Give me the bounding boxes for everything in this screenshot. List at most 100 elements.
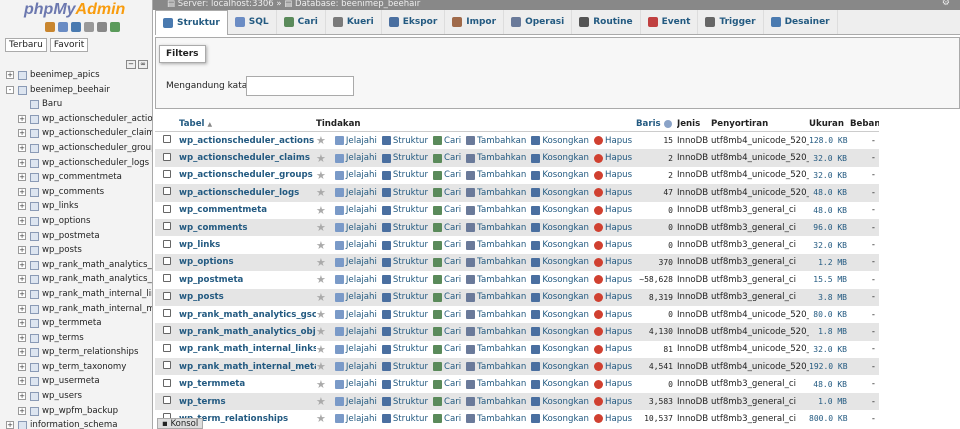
action-insert[interactable]: Tambahkan bbox=[466, 257, 526, 267]
action-drop[interactable]: Hapus bbox=[593, 170, 632, 180]
action-insert[interactable]: Tambahkan bbox=[466, 223, 526, 233]
action-drop[interactable]: Hapus bbox=[593, 292, 632, 302]
expand-icon[interactable]: + bbox=[18, 377, 26, 386]
action-empty[interactable]: Kosongkan bbox=[531, 275, 589, 285]
tree-item[interactable]: + wp_comments bbox=[0, 185, 152, 200]
breadcrumb-server[interactable]: Server: localhost:3306 bbox=[178, 0, 274, 9]
expand-icon[interactable]: + bbox=[18, 362, 26, 371]
expand-icon[interactable]: + bbox=[18, 143, 26, 152]
action-drop[interactable]: Hapus bbox=[593, 414, 632, 424]
action-search[interactable]: Cari bbox=[432, 292, 461, 302]
action-browse[interactable]: Jelajahi bbox=[334, 188, 377, 198]
expand-icon[interactable]: + bbox=[18, 173, 26, 182]
row-checkbox[interactable] bbox=[163, 222, 171, 231]
tab-trigger[interactable]: Trigger bbox=[698, 10, 764, 34]
expand-icon[interactable]: + bbox=[18, 216, 26, 225]
action-structure[interactable]: Struktur bbox=[381, 327, 428, 337]
tree-item[interactable]: + wp_termmeta bbox=[0, 316, 152, 331]
favorite-star-icon[interactable]: ★ bbox=[316, 291, 326, 304]
action-browse[interactable]: Jelajahi bbox=[334, 223, 377, 233]
tree-item[interactable]: + wp_term_relationships bbox=[0, 345, 152, 360]
expand-icon[interactable]: + bbox=[18, 158, 26, 167]
favorite-star-icon[interactable]: ★ bbox=[316, 204, 326, 217]
row-checkbox[interactable] bbox=[163, 343, 171, 352]
expand-icon[interactable]: + bbox=[18, 246, 26, 255]
action-empty[interactable]: Kosongkan bbox=[531, 310, 589, 320]
table-size[interactable]: 48.0 KB bbox=[809, 206, 850, 215]
action-structure[interactable]: Struktur bbox=[381, 397, 428, 407]
table-name-link[interactable]: wp_rank_math_internal_meta bbox=[179, 362, 316, 372]
row-checkbox[interactable] bbox=[163, 152, 171, 161]
table-size[interactable]: 32.0 KB bbox=[809, 241, 850, 250]
row-checkbox[interactable] bbox=[163, 291, 171, 300]
action-search[interactable]: Cari bbox=[432, 327, 461, 337]
action-structure[interactable]: Struktur bbox=[381, 310, 428, 320]
table-size[interactable]: 96.0 KB bbox=[809, 223, 850, 232]
tree-item[interactable]: + beenimep_apics bbox=[0, 68, 152, 83]
action-empty[interactable]: Kosongkan bbox=[531, 344, 589, 354]
table-name-link[interactable]: wp_rank_math_analytics_gsc bbox=[179, 310, 316, 320]
action-empty[interactable]: Kosongkan bbox=[531, 292, 589, 302]
tree-item[interactable]: + wp_actionscheduler_groups bbox=[0, 141, 152, 156]
table-name-link[interactable]: wp_posts bbox=[179, 292, 316, 302]
tab-cari[interactable]: Cari bbox=[277, 10, 326, 34]
row-checkbox[interactable] bbox=[163, 135, 171, 144]
table-name-link[interactable]: wp_termmeta bbox=[179, 379, 316, 389]
phpmyadmin-logo[interactable]: phpMyAdmin bbox=[0, 0, 152, 22]
help-icon[interactable] bbox=[663, 119, 672, 128]
action-structure[interactable]: Struktur bbox=[381, 379, 428, 389]
tree-item[interactable]: + wp_rank_math_analytics_objects bbox=[0, 272, 152, 287]
action-browse[interactable]: Jelajahi bbox=[334, 292, 377, 302]
tab-struktur[interactable]: Struktur bbox=[155, 10, 228, 35]
action-search[interactable]: Cari bbox=[432, 170, 461, 180]
action-empty[interactable]: Kosongkan bbox=[531, 257, 589, 267]
tree-item[interactable]: + wp_commentmeta bbox=[0, 170, 152, 185]
action-insert[interactable]: Tambahkan bbox=[466, 240, 526, 250]
expand-icon[interactable]: + bbox=[18, 202, 26, 211]
action-drop[interactable]: Hapus bbox=[593, 327, 632, 337]
action-insert[interactable]: Tambahkan bbox=[466, 397, 526, 407]
reload-icon[interactable] bbox=[110, 22, 120, 32]
tree-item[interactable]: + wp_links bbox=[0, 199, 152, 214]
filter-input[interactable] bbox=[246, 76, 354, 96]
row-checkbox[interactable] bbox=[163, 169, 171, 178]
tree-item[interactable]: - beenimep_beehair bbox=[0, 83, 152, 98]
action-browse[interactable]: Jelajahi bbox=[334, 327, 377, 337]
action-drop[interactable]: Hapus bbox=[593, 257, 632, 267]
expand-icon[interactable]: + bbox=[18, 289, 26, 298]
action-structure[interactable]: Struktur bbox=[381, 257, 428, 267]
action-insert[interactable]: Tambahkan bbox=[466, 275, 526, 285]
settings-gear-icon[interactable]: ⚙ bbox=[942, 0, 950, 8]
action-browse[interactable]: Jelajahi bbox=[334, 362, 377, 372]
table-name-link[interactable]: wp_actionscheduler_claims bbox=[179, 153, 316, 163]
table-size[interactable]: 1.0 MB bbox=[809, 397, 850, 406]
action-structure[interactable]: Struktur bbox=[381, 344, 428, 354]
tree-item[interactable]: + wp_wpfm_backup bbox=[0, 404, 152, 419]
action-browse[interactable]: Jelajahi bbox=[334, 153, 377, 163]
table-size[interactable]: 48.0 KB bbox=[809, 188, 850, 197]
expand-icon[interactable]: + bbox=[18, 231, 26, 240]
row-checkbox[interactable] bbox=[163, 396, 171, 405]
action-structure[interactable]: Struktur bbox=[381, 153, 428, 163]
favorite-star-icon[interactable]: ★ bbox=[316, 378, 326, 391]
action-browse[interactable]: Jelajahi bbox=[334, 275, 377, 285]
row-checkbox[interactable] bbox=[163, 361, 171, 370]
tree-item[interactable]: + wp_term_taxonomy bbox=[0, 360, 152, 375]
action-browse[interactable]: Jelajahi bbox=[334, 344, 377, 354]
action-insert[interactable]: Tambahkan bbox=[466, 170, 526, 180]
action-drop[interactable]: Hapus bbox=[593, 205, 632, 215]
tree-item[interactable]: + wp_actionscheduler_logs bbox=[0, 156, 152, 171]
row-checkbox[interactable] bbox=[163, 256, 171, 265]
action-empty[interactable]: Kosongkan bbox=[531, 153, 589, 163]
tree-item[interactable]: + wp_actionscheduler_claims bbox=[0, 126, 152, 141]
favorite-tables-button[interactable]: Favorit bbox=[49, 38, 89, 52]
favorite-star-icon[interactable]: ★ bbox=[316, 221, 326, 234]
tree-item[interactable]: + information_schema bbox=[0, 418, 152, 429]
action-browse[interactable]: Jelajahi bbox=[334, 257, 377, 267]
action-insert[interactable]: Tambahkan bbox=[466, 188, 526, 198]
table-name-link[interactable]: wp_actionscheduler_groups bbox=[179, 170, 316, 180]
expand-icon[interactable]: + bbox=[18, 406, 26, 415]
table-size[interactable]: 1.8 MB bbox=[809, 327, 850, 336]
action-drop[interactable]: Hapus bbox=[593, 240, 632, 250]
favorite-star-icon[interactable]: ★ bbox=[316, 239, 326, 252]
